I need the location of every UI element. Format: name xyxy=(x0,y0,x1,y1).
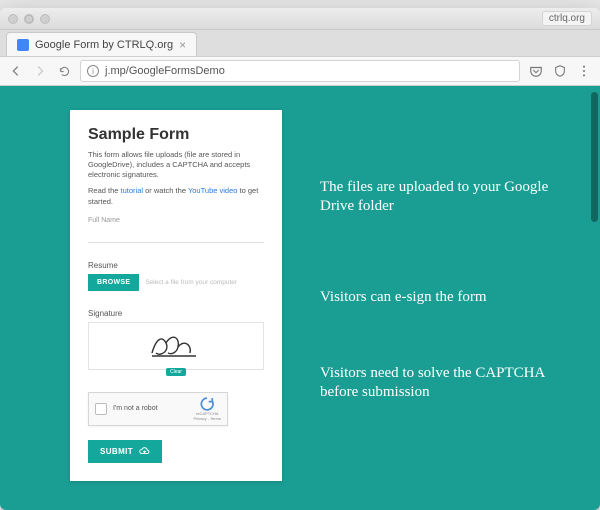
extension-shield-icon[interactable] xyxy=(552,63,568,79)
browser-tab[interactable]: Google Form by CTRLQ.org × xyxy=(6,32,197,56)
reload-button[interactable] xyxy=(56,63,72,79)
form-title: Sample Form xyxy=(88,126,264,144)
annotation-upload: The files are uploaded to your Google Dr… xyxy=(320,178,550,216)
file-upload-row: BROWSE Select a file from your computer xyxy=(88,274,264,291)
browser-toolbar: i j.mp/GoogleFormsDemo xyxy=(0,56,600,86)
submit-label: SUBMIT xyxy=(100,447,133,456)
cloud-upload-icon xyxy=(139,446,150,457)
forward-button[interactable] xyxy=(32,63,48,79)
window-zoom-icon[interactable] xyxy=(40,14,50,24)
form-description-links: Read the tutorial or watch the YouTube v… xyxy=(88,186,264,206)
annotation-esign: Visitors can e-sign the form xyxy=(320,288,550,307)
site-info-icon[interactable]: i xyxy=(87,65,99,77)
file-placeholder: Select a file from your computer xyxy=(145,279,237,286)
tab-title: Google Form by CTRLQ.org xyxy=(35,39,173,51)
extension-pocket-icon[interactable] xyxy=(528,63,544,79)
signature-pad[interactable]: Clear xyxy=(88,322,264,370)
url-text: j.mp/GoogleFormsDemo xyxy=(105,65,225,77)
browse-button[interactable]: BROWSE xyxy=(88,274,139,291)
submit-button[interactable]: SUBMIT xyxy=(88,440,162,463)
form-description: This form allows file uploads (file are … xyxy=(88,150,264,180)
signature-clear-button[interactable]: Clear xyxy=(166,368,186,376)
window-close-icon[interactable] xyxy=(8,14,18,24)
recaptcha-terms: Privacy - Terms xyxy=(194,416,221,421)
annotation-captcha: Visitors need to solve the CAPTCHA befor… xyxy=(320,364,550,402)
signature-label: Signature xyxy=(88,309,264,318)
window-minimize-icon[interactable] xyxy=(24,14,34,24)
browser-window: ctrlq.org Google Form by CTRLQ.org × i j… xyxy=(0,8,600,510)
annotation-column: The files are uploaded to your Google Dr… xyxy=(320,136,582,402)
favicon-icon xyxy=(17,39,29,51)
recaptcha-logo-icon: reCAPTCHA Privacy - Terms xyxy=(194,397,221,421)
window-titlebar: ctrlq.org xyxy=(0,8,600,30)
back-button[interactable] xyxy=(8,63,24,79)
youtube-link[interactable]: YouTube video xyxy=(188,186,238,195)
page-viewport: Sample Form This form allows file upload… xyxy=(0,86,600,510)
recaptcha-label: I'm not a robot xyxy=(113,405,158,412)
recaptcha-checkbox[interactable] xyxy=(95,403,107,415)
tutorial-link[interactable]: tutorial xyxy=(121,186,144,195)
tab-strip: Google Form by CTRLQ.org × xyxy=(0,30,600,56)
vertical-scrollbar[interactable] xyxy=(591,92,598,222)
menu-icon[interactable] xyxy=(576,63,592,79)
tab-close-icon[interactable]: × xyxy=(179,39,186,51)
desc-text: Read the xyxy=(88,186,121,195)
resume-label: Resume xyxy=(88,261,264,270)
address-bar[interactable]: i j.mp/GoogleFormsDemo xyxy=(80,60,520,82)
fullname-label: Full Name xyxy=(88,217,264,224)
form-card: Sample Form This form allows file upload… xyxy=(70,110,282,481)
recaptcha-widget[interactable]: I'm not a robot reCAPTCHA Privacy - Term… xyxy=(88,392,228,426)
site-id-pill: ctrlq.org xyxy=(542,11,592,26)
fullname-input[interactable] xyxy=(88,227,264,243)
desc-text: or watch the xyxy=(143,186,188,195)
signature-drawing-icon xyxy=(146,329,206,363)
